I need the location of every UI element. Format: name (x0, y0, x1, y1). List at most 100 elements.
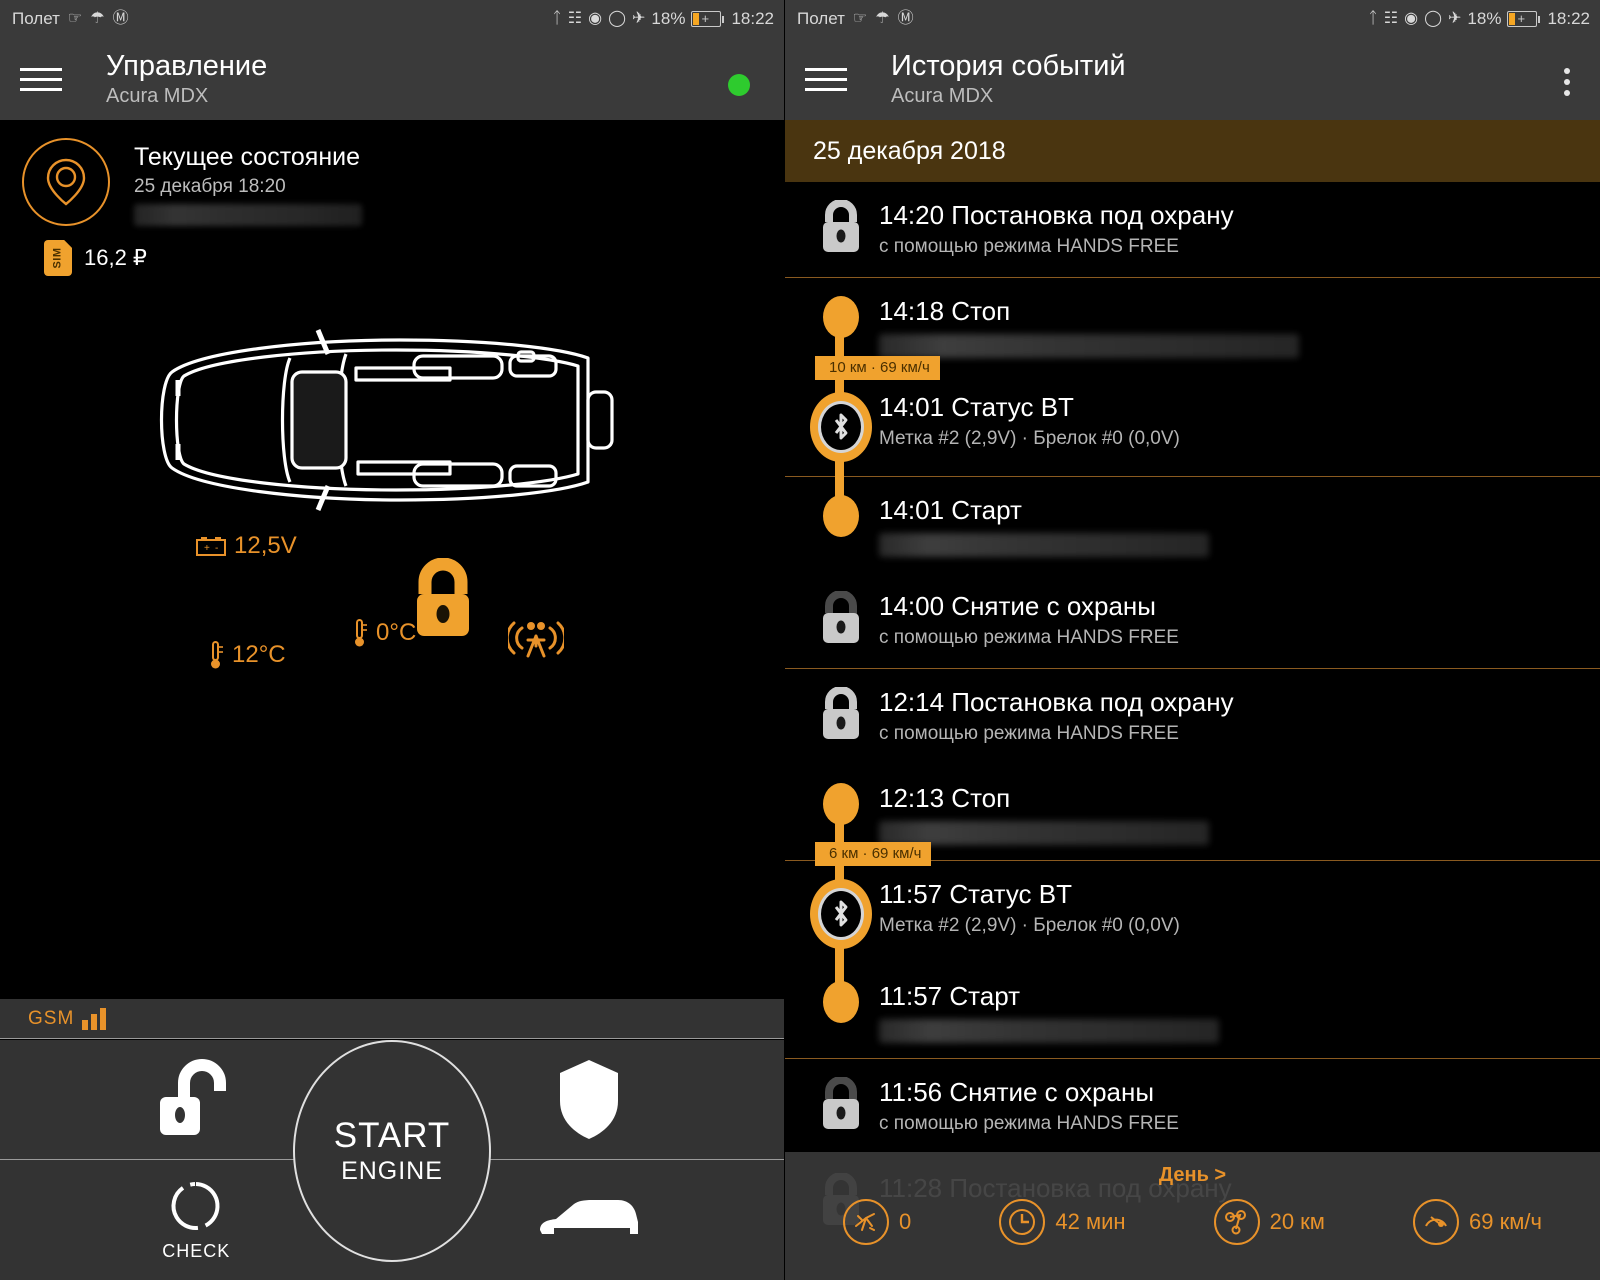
event-subtitle: с помощью режима HANDS FREE (879, 723, 1179, 744)
trip-distance-badge: 10 км · 69 км/ч (815, 356, 940, 380)
event-icon (803, 587, 879, 645)
event-icon (803, 1073, 879, 1131)
status-bar-right-group: ᛏ ☷ ◉ ◯ ✈ 18% + 18:22 (552, 9, 774, 29)
event-list[interactable]: 14:20 Постановка под охрану с помощью реж… (785, 182, 1600, 1251)
current-state-text: Текущее состояние 25 декабря 18:20 (134, 138, 362, 226)
event-body: 11:56 Снятие с охраны с помощью режима HA… (879, 1073, 1179, 1137)
event-row[interactable]: 14:20 Постановка под охрану с помощью реж… (785, 182, 1600, 278)
hamburger-icon[interactable] (20, 59, 66, 99)
online-status-indicator (728, 74, 750, 96)
app-bar-titles: История событий Acura MDX (891, 49, 1126, 109)
event-row[interactable]: 14:01 Старт (785, 477, 1600, 573)
event-row[interactable]: 11:57 Старт (785, 963, 1600, 1059)
clock-time: 18:22 (731, 9, 774, 28)
airplane-mode-label: Полет (797, 9, 845, 28)
event-icon (803, 491, 879, 537)
bluetooth-inner-circle (818, 401, 864, 453)
status-bar-right-group: ᛏ ☷ ◉ ◯ ✈ 18% + 18:22 (1368, 9, 1590, 29)
event-row[interactable]: 14:18 Стоп 10 км · 69 км/ч (785, 278, 1600, 380)
day-summary-bar: День > 0 42 мин 20 км 69 км/ч (785, 1152, 1600, 1280)
pin-glyph (46, 158, 86, 206)
car-battery-icon: + - (196, 537, 226, 556)
event-icon (803, 875, 879, 949)
vehicle-name: Acura MDX (106, 85, 209, 107)
lock-open-icon (417, 558, 469, 636)
event-row[interactable]: 12:14 Постановка под охрану с помощью реж… (785, 669, 1600, 765)
dot-node-icon (823, 783, 859, 825)
day-link[interactable]: День > (785, 1152, 1600, 1187)
location-pin-icon (22, 138, 110, 226)
date-header: 25 декабря 2018 (785, 120, 1600, 182)
lock-open-icon (823, 591, 859, 643)
bluetooth-glyph-icon (834, 900, 848, 927)
event-row[interactable]: 12:13 Стоп 6 км · 69 км/ч (785, 765, 1600, 866)
thermometer-icon (211, 641, 223, 669)
airplane-icon: ✈ (632, 10, 646, 27)
umbrella-icon: ☂ (90, 10, 105, 27)
event-subtitle: Метка #2 (2,9V) · Брелок #0 (0,0V) (879, 915, 1180, 936)
redacted-address (879, 533, 1209, 557)
battery-voltage-value: 12,5V (234, 532, 297, 559)
unlock-icon (160, 1058, 227, 1135)
sim-balance-value: 16,2 ₽ (84, 245, 147, 270)
route-icon (1213, 1199, 1260, 1245)
vibrate-icon: ☷ (567, 10, 583, 27)
start-engine-button[interactable]: START ENGINE (293, 1040, 491, 1262)
redacted-address (879, 334, 1299, 358)
event-body: 14:20 Постановка под охрану с помощью реж… (879, 196, 1234, 260)
clock-time: 18:22 (1547, 9, 1590, 28)
car-diagram[interactable] (0, 300, 784, 780)
event-title: 11:57 Старт (879, 981, 1021, 1011)
status-bar-left: Полет ☞ ☂ Ⓜ ᛏ ☷ ◉ ◯ ✈ 18% + 18:22 (0, 0, 784, 38)
app-bar-history: История событий Acura MDX (785, 38, 1600, 120)
app-bar-titles: Управление Acura MDX (106, 49, 267, 109)
eye-alarm-icon: ◉ (588, 10, 603, 27)
summary-item: 42 мин (999, 1199, 1126, 1245)
summary-item: 69 км/ч (1413, 1199, 1542, 1245)
summary-value: 20 км (1269, 1209, 1325, 1234)
vibrate-icon: ☷ (1383, 10, 1399, 27)
hamburger-icon[interactable] (805, 59, 851, 99)
event-body: 11:57 Статус BT Метка #2 (2,9V) · Брелок … (879, 875, 1180, 939)
event-row[interactable]: 14:00 Снятие с охраны с помощью режима HA… (785, 573, 1600, 669)
summary-item: 0 (843, 1199, 911, 1245)
summary-value: 42 мин (1055, 1209, 1126, 1234)
app-bar-control: Управление Acura MDX (0, 38, 784, 120)
alarm-shock-icon (843, 1199, 890, 1245)
event-subtitle: с помощью режима HANDS FREE (879, 627, 1179, 648)
summary-value: 0 (899, 1209, 912, 1234)
event-row[interactable]: 11:56 Снятие с охраны с помощью режима HA… (785, 1059, 1600, 1155)
shield-icon (559, 1059, 618, 1139)
sim-balance-row[interactable]: SIM 16,2 ₽ (0, 226, 784, 276)
control-screen: Полет ☞ ☂ Ⓜ ᛏ ☷ ◉ ◯ ✈ 18% + 18:22 Управл… (0, 0, 785, 1280)
current-state-block[interactable]: Текущее состояние 25 декабря 18:20 (0, 120, 784, 226)
wifi-off-icon: ☞ (852, 10, 868, 27)
dual-screenshot: Полет ☞ ☂ Ⓜ ᛏ ☷ ◉ ◯ ✈ 18% + 18:22 Управл… (0, 0, 1600, 1280)
event-title: 14:01 Старт (879, 495, 1022, 525)
bluetooth-node-icon (810, 392, 872, 462)
check-circle-icon (171, 1181, 220, 1230)
event-body: 14:00 Снятие с охраны с помощью режима HA… (879, 587, 1179, 651)
dot-node-icon (823, 296, 859, 338)
wifi-off-icon: ☞ (67, 10, 83, 27)
event-row[interactable]: 11:57 Статус BT Метка #2 (2,9V) · Брелок … (785, 861, 1600, 963)
current-state-title: Текущее состояние (134, 143, 361, 171)
kebab-menu-icon[interactable] (1564, 68, 1570, 96)
battery-voltage-label: + - 12,5V (196, 532, 297, 560)
umbrella-icon: ☂ (875, 10, 890, 27)
battery-percent: 18% (651, 9, 686, 28)
temp-outside-label: 12°C (208, 640, 286, 670)
gsm-label: GSM (28, 1007, 75, 1029)
event-body: 14:18 Стоп (879, 292, 1299, 358)
shock-sensor-icon (508, 621, 564, 658)
page-title: История событий (891, 50, 1126, 82)
event-body: 12:13 Стоп (879, 779, 1209, 845)
bluetooth-node-icon (810, 879, 872, 949)
event-row[interactable]: 14:01 Статус BT Метка #2 (2,9V) · Брелок … (785, 374, 1600, 477)
thermometer-icon (355, 619, 367, 647)
vehicle-name: Acura MDX (891, 85, 994, 107)
eye-alarm-icon: ◉ (1404, 10, 1419, 27)
car-top-view (159, 329, 614, 511)
event-title: 12:13 Стоп (879, 783, 1011, 813)
temp-outside-value: 12°C (232, 641, 286, 668)
